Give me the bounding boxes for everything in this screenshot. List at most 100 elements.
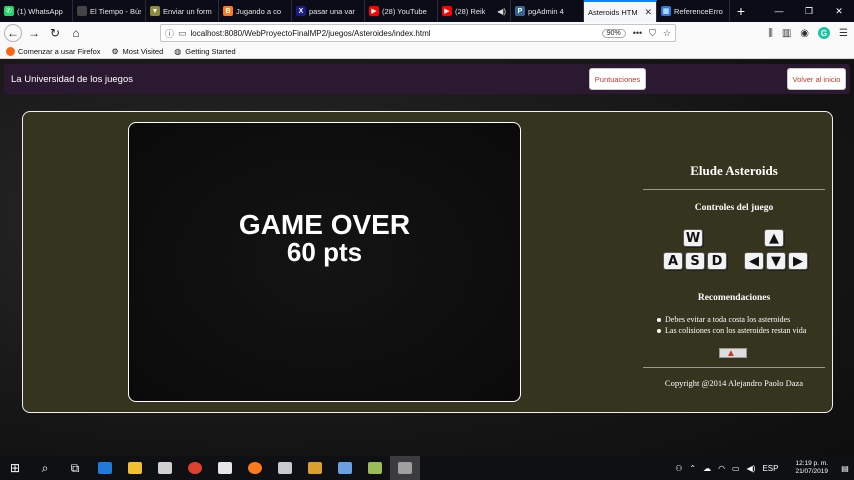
library-icon[interactable]: ⫼ bbox=[768, 28, 773, 39]
browser-tab[interactable]: ▶ (28) YouTube bbox=[365, 0, 438, 22]
list-item: Debes evitar a toda costa los asteroides bbox=[655, 314, 835, 325]
tab-label: Enviar un form bbox=[163, 6, 212, 16]
speaker-icon[interactable]: ◀) bbox=[497, 7, 506, 16]
score-text: 60 pts bbox=[286, 237, 363, 267]
browser-tab[interactable]: Xpasar una var bbox=[292, 0, 365, 22]
menu-icon[interactable]: ☰ bbox=[839, 28, 848, 39]
pgadmin-icon: P bbox=[515, 6, 525, 16]
bookmark-item[interactable]: ⚙ Most Visited bbox=[111, 46, 164, 56]
app-icon[interactable] bbox=[360, 456, 390, 480]
tab-label: (28) Reik bbox=[455, 6, 486, 16]
browser-tab[interactable]: ▦ ReferenceErro bbox=[657, 0, 730, 22]
browser-tab-active[interactable]: Asteroids HTM ✕ bbox=[584, 0, 657, 22]
people-icon[interactable]: ⚇ bbox=[675, 464, 682, 473]
back-icon[interactable]: ← bbox=[4, 24, 22, 42]
battery-icon[interactable]: ▭ bbox=[732, 464, 740, 473]
account-icon[interactable]: ◉ bbox=[800, 28, 809, 39]
window-controls: — ❐ ✕ bbox=[764, 0, 854, 22]
page-icon: ▭ bbox=[178, 27, 187, 38]
pocket-icon[interactable]: ⛉ bbox=[649, 28, 656, 39]
volume-icon[interactable]: ◀) bbox=[747, 464, 756, 473]
browser-tab[interactable]: PpgAdmin 4 bbox=[511, 0, 584, 22]
youtube-icon: ▶ bbox=[369, 6, 379, 16]
browser-tab[interactable]: El Tiempo - Búsq bbox=[73, 0, 146, 22]
browser-tab[interactable]: ✆ (1) WhatsApp bbox=[0, 0, 73, 22]
key-d: D bbox=[707, 252, 727, 270]
gear-icon: ⚙ bbox=[111, 46, 119, 56]
browser-tab[interactable]: ▶ (28) Reik ◀) bbox=[438, 0, 511, 22]
bookmark-label: Most Visited bbox=[122, 46, 164, 56]
minimize-icon[interactable]: — bbox=[764, 0, 794, 22]
new-tab-button[interactable]: + bbox=[730, 0, 752, 22]
scores-button[interactable]: Puntuaciones bbox=[589, 68, 646, 90]
tab-label: ReferenceErro bbox=[674, 6, 723, 16]
arrow-up-icon: ▲ bbox=[764, 229, 784, 247]
sidebar-icon[interactable]: ▥ bbox=[782, 28, 791, 39]
app-icon-active[interactable] bbox=[390, 456, 420, 480]
date-text: 21/07/2019 bbox=[795, 468, 828, 475]
game-canvas[interactable]: GAME OVER 60 pts bbox=[128, 122, 521, 402]
app-icon[interactable] bbox=[300, 456, 330, 480]
recommendations-heading: Recomendaciones bbox=[697, 293, 771, 303]
time-text: 12:19 p. m. bbox=[795, 460, 828, 467]
bookmark-label: Getting Started bbox=[185, 46, 236, 56]
mail-icon[interactable] bbox=[210, 456, 240, 480]
windows-taskbar: ⊞ ⌕ ⧉ ⚇ ⌃ ☁ ◠ ▭ ◀) ESP 12:19 p. m. 21/07… bbox=[0, 456, 854, 480]
app-icon[interactable] bbox=[330, 456, 360, 480]
maximize-icon[interactable]: ❐ bbox=[794, 0, 824, 22]
bookmarks-toolbar: Comenzar a usar Firefox ⚙ Most Visited ◍ G… bbox=[0, 44, 854, 59]
site-title: La Universidad de los juegos bbox=[11, 74, 133, 85]
tab-label: (28) YouTube bbox=[382, 6, 427, 16]
bookmark-item[interactable]: Comenzar a usar Firefox bbox=[6, 46, 101, 56]
tab-label: (1) WhatsApp bbox=[17, 6, 63, 16]
copyright-text: Copyright @2014 Alejandro Paolo Daza bbox=[664, 378, 804, 388]
small-button[interactable]: ▲ bbox=[719, 348, 747, 359]
more-actions-icon[interactable]: ••• bbox=[633, 28, 642, 38]
bookmark-star-icon[interactable]: ☆ bbox=[663, 28, 671, 39]
close-window-icon[interactable]: ✕ bbox=[824, 0, 854, 22]
url-bar[interactable]: ⓘ ▭ localhost:8080/WebProyectoFinalMP2/j… bbox=[160, 24, 676, 42]
mdn-icon: ▦ bbox=[661, 6, 671, 16]
task-view-icon[interactable]: ⧉ bbox=[60, 456, 90, 480]
bookmark-label: Comenzar a usar Firefox bbox=[18, 46, 101, 56]
forward-icon[interactable]: → bbox=[25, 24, 43, 42]
firefox-icon[interactable] bbox=[240, 456, 270, 480]
chrome-icon[interactable] bbox=[180, 456, 210, 480]
info-icon[interactable]: ⓘ bbox=[165, 27, 174, 40]
store-icon[interactable] bbox=[150, 456, 180, 480]
file-explorer-icon[interactable] bbox=[120, 456, 150, 480]
zoom-level[interactable]: 90% bbox=[601, 28, 626, 38]
reload-icon[interactable]: ↻ bbox=[46, 24, 64, 42]
firefox-icon bbox=[6, 46, 15, 56]
x-icon: X bbox=[296, 6, 306, 16]
arrow-down-icon: ▼ bbox=[766, 252, 786, 270]
home-icon[interactable]: ⌂ bbox=[67, 24, 85, 42]
list-item: Las colisiones con los asteroides restan… bbox=[655, 325, 835, 336]
controls-heading: Controles del juego bbox=[694, 203, 774, 213]
arrow-right-icon: ▶ bbox=[788, 252, 808, 270]
globe-icon: ◍ bbox=[174, 46, 182, 56]
clock[interactable]: 12:19 p. m. 21/07/2019 bbox=[788, 460, 828, 476]
back-home-button[interactable]: Volver al inicio bbox=[787, 68, 846, 90]
recommendations-list: Debes evitar a toda costa los asteroides… bbox=[655, 314, 835, 336]
network-icon[interactable]: ◠ bbox=[718, 464, 725, 473]
game-over-text: GAME OVER bbox=[238, 209, 411, 240]
cloud-icon[interactable]: ☁ bbox=[703, 464, 711, 473]
grammarly-icon[interactable]: G bbox=[818, 27, 831, 39]
tab-label: El Tiempo - Búsq bbox=[90, 6, 141, 16]
app-icon[interactable] bbox=[270, 456, 300, 480]
close-icon[interactable]: ✕ bbox=[644, 7, 652, 18]
chevron-up-icon[interactable]: ⌃ bbox=[689, 464, 696, 473]
search-icon[interactable]: ⌕ bbox=[30, 456, 60, 480]
edge-icon[interactable] bbox=[90, 456, 120, 480]
system-tray: ⚇ ⌃ ☁ ◠ ▭ ◀) ESP 12:19 p. m. 21/07/2019 … bbox=[668, 456, 854, 480]
site-header: La Universidad de los juegos Puntuacione… bbox=[4, 64, 850, 94]
language-indicator[interactable]: ESP bbox=[762, 464, 778, 473]
bookmark-item[interactable]: ◍ Getting Started bbox=[173, 47, 235, 56]
url-text[interactable]: localhost:8080/WebProyectoFinalMP2/juego… bbox=[191, 29, 431, 38]
notifications-icon[interactable]: ▤ bbox=[836, 456, 854, 480]
browser-tab[interactable]: B Jugando a co bbox=[219, 0, 292, 22]
browser-tab[interactable]: ▼ Enviar un form bbox=[146, 0, 219, 22]
youtube-icon: ▶ bbox=[442, 6, 452, 16]
windows-start-icon[interactable]: ⊞ bbox=[0, 456, 30, 480]
